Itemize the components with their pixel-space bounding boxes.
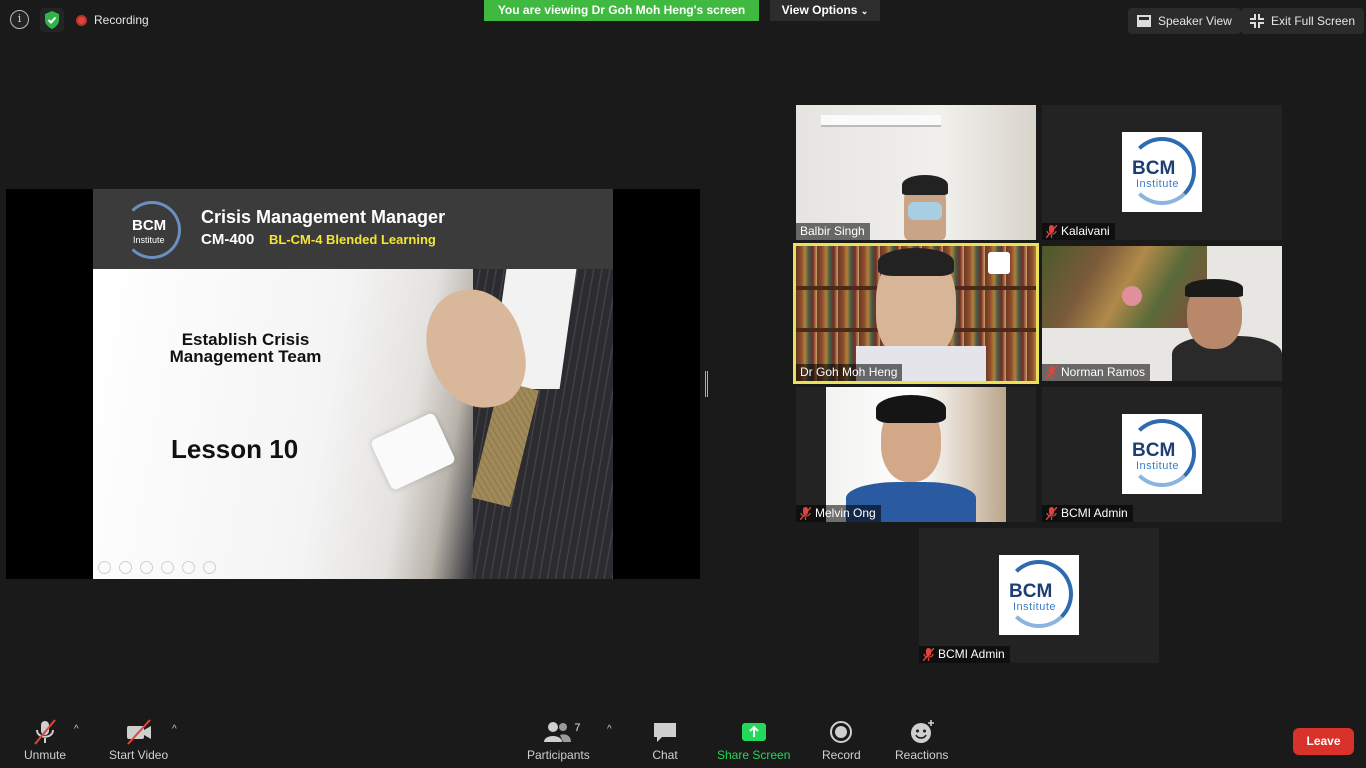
slide-title: Crisis Management Manager: [201, 207, 446, 227]
hair-graphic: [1185, 279, 1243, 297]
slides-icon[interactable]: [161, 561, 174, 574]
participant-tile[interactable]: BCM Institute Kalaivani: [1042, 105, 1282, 240]
slide-body: Establish Crisis Management Team Lesson …: [93, 269, 613, 579]
hair-graphic: [878, 248, 954, 276]
unmute-button[interactable]: Unmute: [24, 718, 66, 762]
slide-navigation-controls[interactable]: [98, 561, 216, 574]
exit-fullscreen-button[interactable]: Exit Full Screen: [1241, 8, 1365, 34]
video-off-icon: [126, 719, 151, 745]
mic-muted-icon: [923, 648, 934, 661]
pen-icon[interactable]: [140, 561, 153, 574]
panel-splitter-handle[interactable]: [705, 371, 708, 397]
participant-tile[interactable]: BCM Institute BCMI Admin: [1042, 387, 1282, 522]
more-icon[interactable]: [203, 561, 216, 574]
record-icon: [830, 721, 853, 743]
reactions-smiley-icon: [910, 720, 934, 743]
speaker-view-button[interactable]: Speaker View: [1128, 8, 1241, 34]
bcm-institute-logo: BCM Institute: [1122, 132, 1202, 212]
hair-graphic: [876, 395, 946, 423]
recording-dot-icon: [76, 14, 87, 26]
bcm-logo-small-icon: [988, 252, 1010, 274]
participant-name-tag: BCMI Admin: [919, 646, 1010, 663]
start-video-button[interactable]: Start Video: [109, 718, 168, 762]
recording-label: Recording: [94, 13, 149, 27]
participant-name-tag: Melvin Ong: [796, 505, 881, 522]
participants-count: 7: [574, 722, 581, 734]
participant-name-tag: Balbir Singh: [796, 223, 870, 240]
slide-heading: Establish Crisis Management Team: [169, 330, 322, 366]
participant-name-tag: Kalaivani: [1042, 223, 1115, 240]
grid-view-icon: [1137, 15, 1151, 27]
viewing-screen-banner: You are viewing Dr Goh Moh Heng's screen: [484, 0, 759, 21]
participant-name-tag: Norman Ramos: [1042, 364, 1151, 381]
slide-course-code: CM-400: [201, 231, 255, 248]
air-conditioner-graphic: [821, 115, 941, 127]
speaker-view-label: Speaker View: [1158, 14, 1232, 28]
next-slide-icon[interactable]: [119, 561, 132, 574]
bcm-institute-logo: BCM Institute: [123, 201, 181, 259]
security-shield-icon[interactable]: [40, 8, 64, 32]
participants-icon: [544, 722, 572, 742]
share-screen-button[interactable]: Share Screen: [717, 718, 790, 762]
mic-muted-icon: [1046, 507, 1057, 520]
chat-icon: [654, 723, 676, 742]
slide-header: BCM Institute Crisis Management Manager …: [93, 189, 613, 269]
participant-tile[interactable]: Norman Ramos: [1042, 246, 1282, 381]
bcm-institute-logo: BCM Institute: [1122, 414, 1202, 494]
participant-tile-active-speaker[interactable]: Dr Goh Moh Heng: [793, 243, 1039, 384]
meeting-info-icon[interactable]: i: [10, 10, 29, 29]
participants-button[interactable]: 7 Participants: [527, 718, 590, 762]
share-screen-icon: [741, 723, 766, 741]
view-options-label: View Options: [781, 3, 858, 17]
participant-tile[interactable]: Melvin Ong: [796, 387, 1036, 522]
audio-options-chevron-icon[interactable]: ^: [74, 724, 79, 735]
chat-button[interactable]: Chat: [650, 718, 680, 762]
view-options-button[interactable]: View Options ⌄: [770, 0, 880, 21]
leave-meeting-button[interactable]: Leave: [1293, 728, 1354, 755]
exit-fullscreen-icon: [1250, 14, 1264, 28]
recording-indicator[interactable]: Recording: [76, 8, 149, 32]
participants-options-chevron-icon[interactable]: ^: [607, 724, 612, 735]
slide-lesson-number: Lesson 10: [171, 434, 299, 464]
prev-slide-icon[interactable]: [98, 561, 111, 574]
chevron-down-icon: ⌄: [860, 6, 869, 16]
turban-graphic: [902, 175, 948, 195]
presentation-slide: BCM Institute Crisis Management Manager …: [93, 189, 613, 579]
cuff-graphic: [369, 411, 457, 492]
mic-muted-icon: [34, 719, 56, 745]
reactions-button[interactable]: Reactions: [895, 718, 948, 762]
mic-muted-icon: [800, 507, 811, 520]
face-mask-graphic: [908, 202, 942, 220]
painting-graphic: [1042, 246, 1207, 328]
video-options-chevron-icon[interactable]: ^: [172, 724, 177, 735]
record-button[interactable]: Record: [822, 718, 861, 762]
participant-tile[interactable]: Balbir Singh: [796, 105, 1036, 240]
exit-fullscreen-label: Exit Full Screen: [1271, 14, 1356, 28]
slide-subtitle: BL-CM-4 Blended Learning: [269, 232, 436, 247]
mic-muted-icon: [1046, 225, 1057, 238]
participant-tile[interactable]: BCM Institute BCMI Admin: [919, 528, 1159, 663]
mic-muted-icon: [1046, 366, 1057, 379]
participant-name-tag: BCMI Admin: [1042, 505, 1133, 522]
bcm-institute-logo: BCM Institute: [999, 555, 1079, 635]
zoom-icon[interactable]: [182, 561, 195, 574]
participant-name-tag: Dr Goh Moh Heng: [796, 364, 903, 381]
